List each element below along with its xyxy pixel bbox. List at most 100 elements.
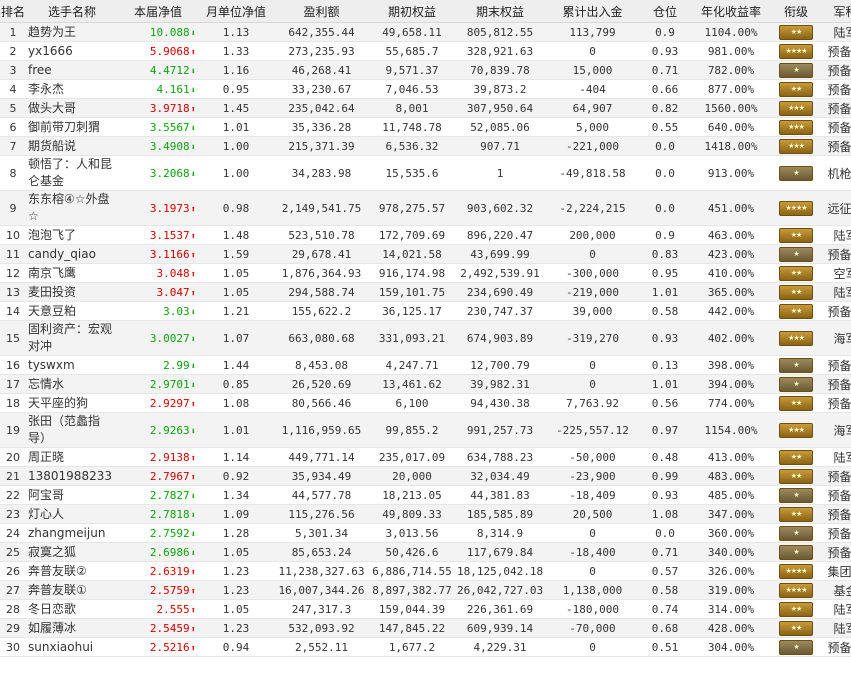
military-rank-badge-icon: ★ (779, 487, 813, 503)
end-equity-cell: 18,125,042.18 (455, 561, 545, 581)
military-rank-badge-icon: ★★ (779, 284, 813, 300)
column-header[interactable]: 月单位净值 (198, 0, 274, 23)
cash-flow-cell: -300,000 (545, 263, 640, 283)
name-cell[interactable]: 泡泡飞了 (26, 225, 118, 245)
name-cell[interactable]: 阿宝哥 (26, 485, 118, 505)
table-row[interactable]: 30 sunxiaohui 2.5216⬆ 0.94 2,552.11 1,677.2 4,… (0, 637, 851, 657)
table-row[interactable]: 25 寂寞之狐 2.6986⬇ 1.05 85,653.24 50,426.6 117,67… (0, 542, 851, 562)
table-row[interactable]: 26 奔普友联② 2.6319⬆ 1.23 11,238,327.63 6,886,714… (0, 561, 851, 581)
column-header[interactable]: 衔级 (772, 0, 820, 23)
nav-value: 2.9701 (149, 377, 190, 391)
name-cell[interactable]: 如履薄冰 (26, 618, 118, 638)
table-row[interactable]: 27 奔普友联① 2.5759⬆ 1.23 16,007,344.26 8,897,382… (0, 580, 851, 600)
end-equity-cell: 32,034.49 (455, 466, 545, 486)
table-row[interactable]: 15 固利资产：宏观对冲 3.0027⬇ 1.07 663,080.68 331,093.… (0, 320, 851, 356)
arrow-down-icon: ⬇ (190, 426, 196, 437)
name-cell[interactable]: 李永杰 (26, 79, 118, 99)
nav-value: 2.7827 (149, 488, 190, 502)
monthly-nav-cell: 1.21 (198, 301, 274, 321)
table-row[interactable]: 18 天平座的狗 2.9297⬆ 1.08 80,566.46 6,100 94,430.3… (0, 393, 851, 413)
column-header[interactable]: 累计出入金 (545, 0, 640, 23)
name-cell[interactable]: 天意豆粕 (26, 301, 118, 321)
rank-cell: 27 (0, 580, 26, 600)
cash-flow-cell: 20,500 (545, 504, 640, 524)
end-equity-cell: 226,361.69 (455, 599, 545, 619)
table-row[interactable]: 9 东东榕④☆外盘☆ 3.1973⬆ 0.98 2,149,541.75 978,275.… (0, 190, 851, 226)
name-cell[interactable]: 张田（范蠡指导） (26, 412, 118, 448)
name-cell[interactable]: 13801988233 (26, 466, 118, 486)
table-row[interactable]: 29 如履薄冰 2.5459⬆ 1.23 532,093.92 147,845.22 609… (0, 618, 851, 638)
cash-flow-cell: -219,000 (545, 282, 640, 302)
name-cell[interactable]: 御前带刀刺猬 (26, 117, 118, 137)
name-cell[interactable]: 周正晓 (26, 447, 118, 467)
name-cell[interactable]: 灯心人 (26, 504, 118, 524)
column-header[interactable]: 盈利额 (274, 0, 369, 23)
column-header[interactable]: 排名 (0, 0, 26, 23)
name-cell[interactable]: 麦田投资 (26, 282, 118, 302)
table-row[interactable]: 23 灯心人 2.7818⬇ 1.09 115,276.56 49,809.33 185,5… (0, 504, 851, 524)
name-cell[interactable]: 期货船说 (26, 136, 118, 156)
name-cell[interactable]: 南京飞鹰 (26, 263, 118, 283)
column-header[interactable]: 仓位 (640, 0, 690, 23)
cash-flow-cell: -2,224,215 (545, 190, 640, 226)
name-cell[interactable]: 奔普友联① (26, 580, 118, 600)
table-row[interactable]: 28 冬日恋歌 2.555⬆ 1.05 247,317.3 159,044.39 226,3… (0, 599, 851, 619)
name-cell[interactable]: yx1666 (26, 41, 118, 61)
rank-badge-cell: ★★ (772, 447, 820, 467)
army-cell: 陆军 (820, 282, 851, 302)
military-rank-badge-icon: ★★ (779, 24, 813, 40)
table-row[interactable]: 5 做头大哥 3.9718⬆ 1.45 235,042.64 8,001 307,950.6… (0, 98, 851, 118)
table-row[interactable]: 22 阿宝哥 2.7827⬇ 1.34 44,577.78 18,213.05 44,381… (0, 485, 851, 505)
table-row[interactable]: 14 天意豆粕 3.03⬇ 1.21 155,622.2 36,125.17 230,747… (0, 301, 851, 321)
name-cell[interactable]: 顿悟了：人和昆仑基金 (26, 155, 118, 191)
table-row[interactable]: 3 free 4.4712⬇ 1.16 46,268.41 9,571.37 70,839.… (0, 60, 851, 80)
column-header[interactable]: 期末权益 (455, 0, 545, 23)
table-row[interactable]: 21 13801988233 2.7967⬆ 0.92 35,934.49 20,000 3… (0, 466, 851, 486)
table-row[interactable]: 13 麦田投资 3.047⬆ 1.05 294,588.74 159,101.75 234,… (0, 282, 851, 302)
column-header[interactable]: 选手名称 (26, 0, 118, 23)
column-header[interactable]: 本届净值 (118, 0, 198, 23)
table-row[interactable]: 1 趋势为王 10.088⬇ 1.13 642,355.44 49,658.11 805,8… (0, 22, 851, 42)
table-row[interactable]: 4 李永杰 4.161⬇ 0.95 33,230.67 7,046.53 39,873.2-… (0, 79, 851, 99)
table-row[interactable]: 8 顿悟了：人和昆仑基金 3.2068⬇ 1.00 34,283.98 15,535.6 1… (0, 155, 851, 191)
name-cell[interactable]: 奔普友联② (26, 561, 118, 581)
start-equity-cell: 99,855.2 (369, 412, 455, 448)
name-cell[interactable]: 冬日恋歌 (26, 599, 118, 619)
name-cell[interactable]: 东东榕④☆外盘☆ (26, 190, 118, 226)
monthly-nav-cell: 1.23 (198, 580, 274, 600)
profit-cell: 46,268.41 (274, 60, 369, 80)
nav-cell: 3.1537⬆ (118, 225, 198, 245)
column-header[interactable]: 年化收益率 (690, 0, 772, 23)
name-cell[interactable]: free (26, 60, 118, 80)
table-row[interactable]: 7 期货船说 3.4908⬇ 1.00 215,371.39 6,536.32 907.71… (0, 136, 851, 156)
name-cell[interactable]: 固利资产：宏观对冲 (26, 320, 118, 356)
column-header[interactable]: 军种 (820, 0, 851, 23)
table-row[interactable]: 2 yx1666 5.9068⬆ 1.33 273,235.93 55,685.7 328,… (0, 41, 851, 61)
name-cell[interactable]: tyswxm (26, 355, 118, 375)
arrow-up-icon: ⬆ (190, 643, 196, 654)
name-cell[interactable]: 忘情水 (26, 374, 118, 394)
table-row[interactable]: 20 周正晓 2.9138⬆ 1.14 449,771.14 235,017.09 634,… (0, 447, 851, 467)
military-rank-badge-icon: ★★★ (779, 138, 813, 154)
column-header[interactable]: 期初权益 (369, 0, 455, 23)
table-row[interactable]: 16 tyswxm 2.99⬇ 1.44 8,453.08 4,247.71 12,700.… (0, 355, 851, 375)
rank-cell: 5 (0, 98, 26, 118)
annual-return-cell: 913.00% (690, 155, 772, 191)
table-row[interactable]: 6 御前带刀刺猬 3.5567⬇ 1.01 35,336.28 11,748.78 52,0… (0, 117, 851, 137)
name-cell[interactable]: 寂寞之狐 (26, 542, 118, 562)
rank-badge-cell: ★★ (772, 393, 820, 413)
name-cell[interactable]: 天平座的狗 (26, 393, 118, 413)
table-row[interactable]: 19 张田（范蠡指导） 2.9263⬇ 1.01 1,116,959.65 99,855.… (0, 412, 851, 448)
table-row[interactable]: 24 zhangmeijun 2.7592⬇ 1.28 5,301.34 3,013.56… (0, 523, 851, 543)
name-cell[interactable]: candy_qiao (26, 244, 118, 264)
table-row[interactable]: 12 南京飞鹰 3.048⬆ 1.05 1,876,364.93 916,174.98 2,… (0, 263, 851, 283)
table-row[interactable]: 11 candy_qiao 3.1166⬆ 1.59 29,678.41 14,021.5… (0, 244, 851, 264)
name-cell[interactable]: 做头大哥 (26, 98, 118, 118)
name-cell[interactable]: sunxiaohui (26, 637, 118, 657)
name-cell[interactable]: zhangmeijun (26, 523, 118, 543)
name-cell[interactable]: 趋势为王 (26, 22, 118, 42)
military-rank-badge-icon: ★ (779, 639, 813, 655)
table-row[interactable]: 17 忘情水 2.9701⬇ 0.85 26,520.69 13,461.62 39,982… (0, 374, 851, 394)
table-row[interactable]: 10 泡泡飞了 3.1537⬆ 1.48 523,510.78 172,709.69 896… (0, 225, 851, 245)
end-equity-cell: 39,873.2 (455, 79, 545, 99)
